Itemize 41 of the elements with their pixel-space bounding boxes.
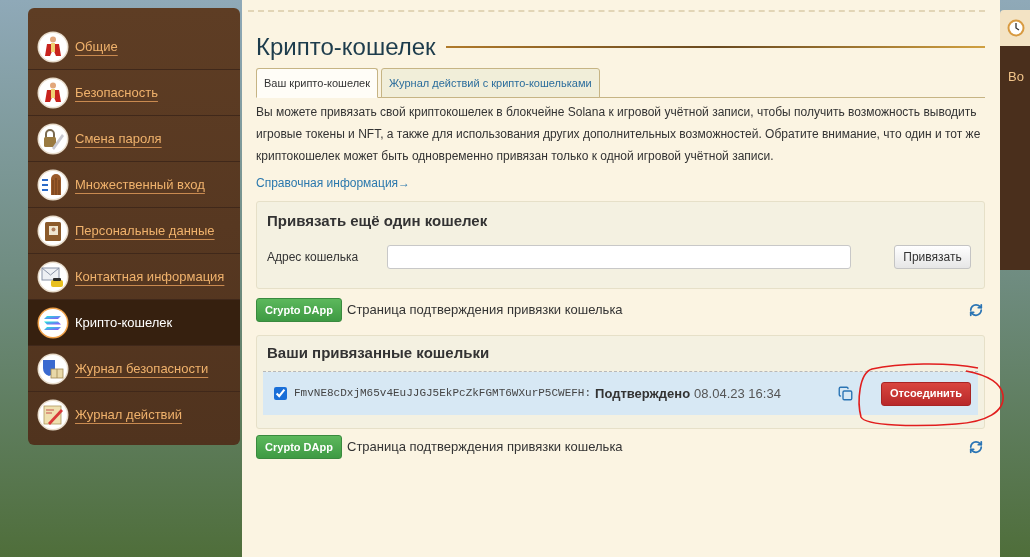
sidebar-item[interactable]: Смена пароля (28, 116, 240, 162)
bind-button[interactable]: Привязать (894, 245, 971, 269)
sidebar-item[interactable]: Крипто-кошелек (28, 300, 240, 346)
padlock-icon (37, 122, 69, 155)
sidebar-item[interactable]: Журнал безопасности (28, 346, 240, 392)
confirmation-page-text: Страница подтверждения привязки кошелька (347, 438, 623, 457)
envelope-phone-icon (37, 260, 69, 293)
wallet-checkbox[interactable] (274, 387, 287, 400)
copy-icon[interactable] (838, 386, 853, 401)
person-icon (37, 30, 69, 63)
section-heading: Ваши привязанные кошельки (266, 343, 491, 363)
date-text: 08.04.23 16:34 (694, 384, 781, 403)
tab[interactable]: Ваш крипто-кошелек (256, 68, 379, 98)
tab[interactable]: Журнал действий с крипто-кошельками (381, 68, 600, 98)
intro-text: Вы можете привязать свой криптокошелек в блокчейне Solana к игровой учётной записи, чтобы получить возможность выводить игровые токены и NFT, а также для использования других дополнительных возможностей. Обратите внимание, что один и тот же криптокошелек может быть одновременно привязан только к одной игровой учётной записи. (256, 104, 982, 165)
status-text: Подтверждено (595, 384, 691, 403)
clock-icon (1007, 19, 1025, 37)
field-label: Адрес кошелька (267, 249, 360, 266)
confirmation-page-text: Страница подтверждения привязки кошелька (347, 301, 623, 320)
sidebar-item[interactable]: Общие (28, 24, 240, 70)
address-input[interactable] (387, 245, 851, 269)
door-icon (37, 168, 69, 201)
section-heading: Привязать ещё один кошелек (267, 211, 489, 231)
shield-book-icon (37, 352, 69, 385)
sidebar-item[interactable]: Персональные данные (28, 208, 240, 254)
crypto-dapp-button[interactable]: Crypto DApp (256, 435, 342, 459)
sidebar-item[interactable]: Множественный вход (28, 162, 240, 208)
refresh-icon[interactable] (969, 440, 983, 454)
page-title: Крипто-кошелек (256, 32, 436, 62)
disconnect-button[interactable]: Отсоединить (881, 381, 971, 406)
sidebar-item[interactable]: Безопасность (28, 70, 240, 116)
help-link[interactable]: Справочная информация→ (256, 172, 411, 194)
side-panel-text: Во (1008, 69, 1024, 84)
refresh-icon[interactable] (969, 303, 983, 317)
sidebar-item[interactable]: Журнал действий (28, 392, 240, 438)
crypto-dapp-button[interactable]: Crypto DApp (256, 298, 342, 322)
pencil-document-icon (37, 399, 69, 431)
wallet-address: FmvNE8cDxjM65v4EuJJGJ5EkPcZkFGMT6WXurP5CWEFH: (294, 386, 592, 402)
slanted-bars-icon (37, 306, 69, 339)
book-icon (37, 214, 69, 247)
person-icon (37, 76, 69, 109)
